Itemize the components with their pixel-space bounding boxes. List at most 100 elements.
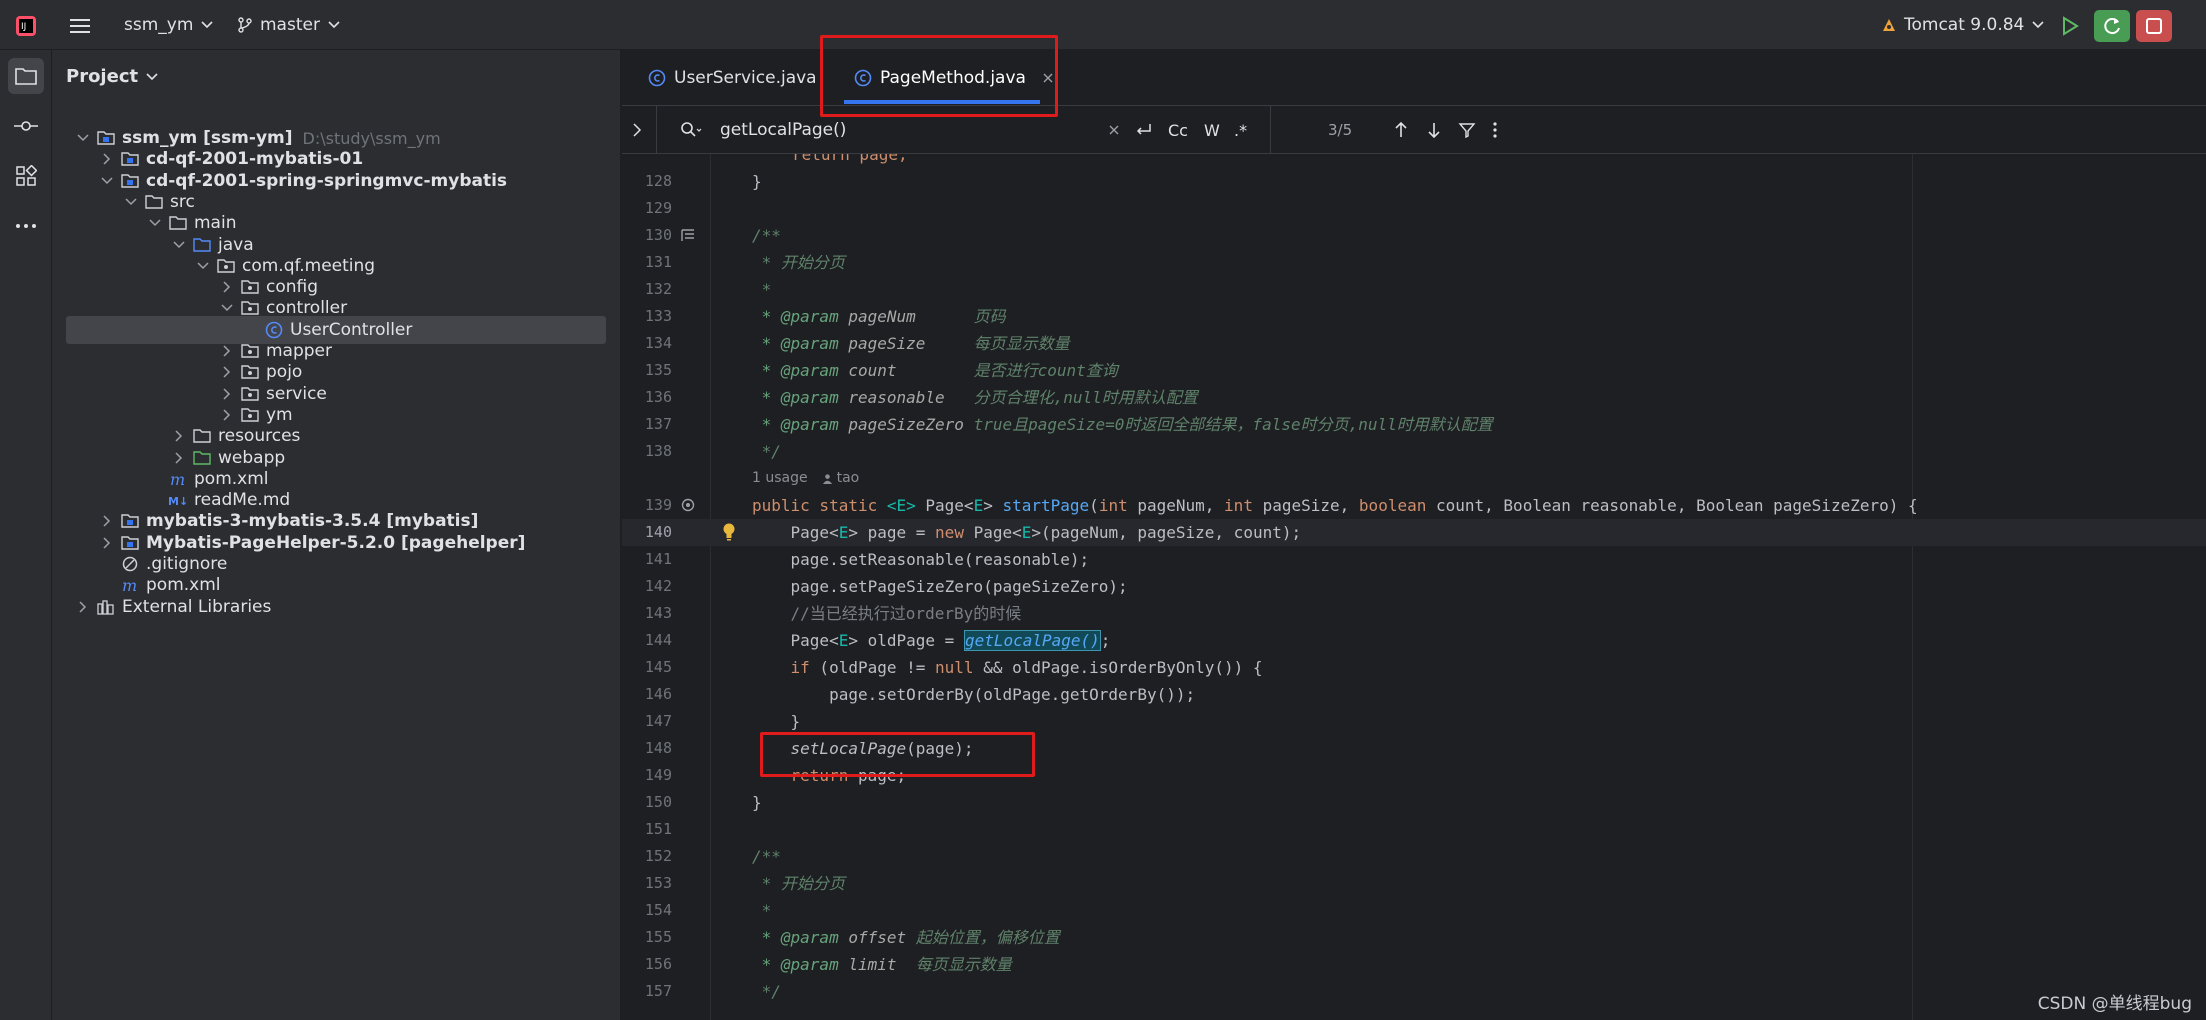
branch-switcher[interactable]: master bbox=[236, 0, 340, 50]
match-count: 3/5 bbox=[1328, 121, 1353, 139]
author-hint[interactable]: tao bbox=[822, 470, 859, 486]
doc-desc: true且pageSize=0时返回全部结果，false时分页,null时用默认… bbox=[963, 415, 1493, 434]
line-number: 141 bbox=[644, 550, 672, 568]
project-tool-button[interactable] bbox=[8, 58, 44, 94]
code-token: E bbox=[973, 496, 984, 515]
next-match-button[interactable] bbox=[1427, 106, 1441, 154]
doc-param: pageNum bbox=[838, 307, 916, 326]
doc-desc: 起始位置，偏移位置 bbox=[906, 928, 1060, 947]
code-token: new bbox=[935, 523, 964, 542]
doc-tag: * @param bbox=[752, 388, 839, 407]
rerun-button[interactable] bbox=[2094, 10, 2130, 42]
lightbulb-icon[interactable] bbox=[722, 522, 736, 542]
code-token: startPage bbox=[1002, 496, 1090, 515]
play-icon bbox=[2063, 16, 2079, 36]
line-number: 155 bbox=[644, 928, 672, 946]
regex-toggle[interactable]: .* bbox=[1234, 106, 1247, 154]
code-token: > page = bbox=[848, 523, 936, 542]
code-text: /** bbox=[752, 847, 781, 866]
chevron-down-icon[interactable] bbox=[122, 193, 140, 211]
chevron-right-icon[interactable] bbox=[218, 342, 236, 360]
chevron-down-icon bbox=[201, 21, 213, 29]
project-switcher[interactable]: ssm_ym bbox=[124, 0, 213, 50]
chevron-down-icon[interactable] bbox=[194, 257, 212, 275]
doc-param: reasonable bbox=[838, 388, 945, 407]
chevron-down-icon[interactable] bbox=[74, 129, 92, 147]
chevron-down-icon bbox=[146, 72, 158, 80]
main-menu-icon[interactable] bbox=[62, 10, 98, 42]
code-token: (oldPage != bbox=[809, 658, 936, 677]
new-line-button[interactable] bbox=[1134, 106, 1152, 154]
stop-button[interactable] bbox=[2136, 10, 2172, 42]
app-logo-icon[interactable]: IJ bbox=[8, 10, 44, 42]
svg-text:M↓: M↓ bbox=[168, 495, 188, 507]
doc-param: pageSizeZero bbox=[838, 415, 964, 434]
match-case-toggle[interactable]: Cc bbox=[1168, 106, 1188, 154]
line-number: 136 bbox=[644, 388, 672, 406]
doc-tag: * @param bbox=[752, 955, 839, 974]
code-line-129: 129 bbox=[622, 195, 2206, 222]
chevron-right-icon[interactable] bbox=[218, 278, 236, 296]
chevron-right-icon[interactable] bbox=[218, 406, 236, 424]
whole-words-toggle[interactable]: W bbox=[1204, 106, 1220, 154]
implementations-gutter-icon[interactable] bbox=[680, 497, 696, 513]
code-text: //当已经执行过orderBy的时候 bbox=[752, 604, 1022, 623]
code-line-133: 133 * @param pageNum 页码 bbox=[622, 303, 2206, 330]
code-text: * bbox=[752, 280, 772, 299]
chevron-right-icon[interactable] bbox=[74, 598, 92, 616]
more-icon bbox=[16, 224, 36, 228]
chevron-down-icon[interactable] bbox=[218, 299, 236, 317]
more-tools-button[interactable] bbox=[8, 208, 44, 244]
chevron-right-icon[interactable] bbox=[98, 150, 116, 168]
chevron-down-icon[interactable] bbox=[146, 214, 164, 232]
run-config-selector[interactable]: Tomcat 9.0.84 bbox=[1880, 0, 2044, 50]
expand-replace-button[interactable] bbox=[632, 106, 642, 154]
rendered-doc-toggle-icon[interactable] bbox=[680, 227, 696, 243]
usage-hint[interactable]: 1 usage bbox=[752, 470, 808, 486]
structure-tool-button[interactable] bbox=[8, 158, 44, 194]
clear-search-button[interactable] bbox=[1108, 106, 1120, 154]
chevron-right-icon[interactable] bbox=[170, 427, 188, 445]
code-token: return page; bbox=[792, 154, 908, 164]
run-config-name: Tomcat 9.0.84 bbox=[1904, 15, 2025, 35]
line-number: 138 bbox=[644, 442, 672, 460]
line-number: 151 bbox=[644, 820, 672, 838]
line-number: 149 bbox=[644, 766, 672, 784]
more-vertical-icon bbox=[1493, 122, 1497, 138]
previous-match-button[interactable] bbox=[1394, 106, 1408, 154]
code-view[interactable]: return page; 128 } 129 130 /** 131 * 开始分… bbox=[622, 154, 2206, 1020]
git-branch-icon bbox=[238, 17, 252, 33]
run-button[interactable] bbox=[2052, 10, 2088, 42]
chevron-down-icon[interactable] bbox=[98, 172, 116, 190]
svg-text:IJ: IJ bbox=[21, 22, 26, 32]
chevron-right-icon[interactable] bbox=[218, 363, 236, 381]
project-panel-header[interactable]: Project bbox=[66, 66, 158, 87]
code-token: E bbox=[1021, 523, 1032, 542]
stop-icon bbox=[2146, 18, 2162, 34]
chevron-right-icon[interactable] bbox=[98, 512, 116, 530]
tab-label: UserService.java bbox=[674, 68, 817, 88]
doc-desc: 每页显示数量 bbox=[925, 334, 1070, 353]
code-token: > oldPage = bbox=[848, 631, 964, 650]
line-number: 143 bbox=[644, 604, 672, 622]
commit-tool-button[interactable] bbox=[8, 108, 44, 144]
commit-icon bbox=[14, 121, 38, 131]
code-text: * 开始分页 bbox=[752, 253, 845, 272]
chevron-right-icon[interactable] bbox=[170, 449, 188, 467]
line-number: 157 bbox=[644, 982, 672, 1000]
code-line-155: 155 * @param offset 起始位置，偏移位置 bbox=[622, 924, 2206, 951]
chevron-right-icon[interactable] bbox=[218, 385, 236, 403]
more-options-button[interactable] bbox=[1492, 106, 1498, 154]
chevron-right-icon[interactable] bbox=[98, 534, 116, 552]
line-number: 150 bbox=[644, 793, 672, 811]
tab-userservice[interactable]: UserService.java bbox=[634, 50, 831, 106]
tree-item[interactable]: External Libraries bbox=[66, 593, 606, 621]
chevron-down-icon[interactable] bbox=[170, 236, 188, 254]
line-number: 153 bbox=[644, 874, 672, 892]
branch-name: master bbox=[260, 15, 320, 35]
filter-button[interactable] bbox=[1458, 106, 1476, 154]
search-history-button[interactable] bbox=[680, 106, 702, 154]
code-line-145: 145 if (oldPage != null && oldPage.isOrd… bbox=[622, 654, 2206, 681]
